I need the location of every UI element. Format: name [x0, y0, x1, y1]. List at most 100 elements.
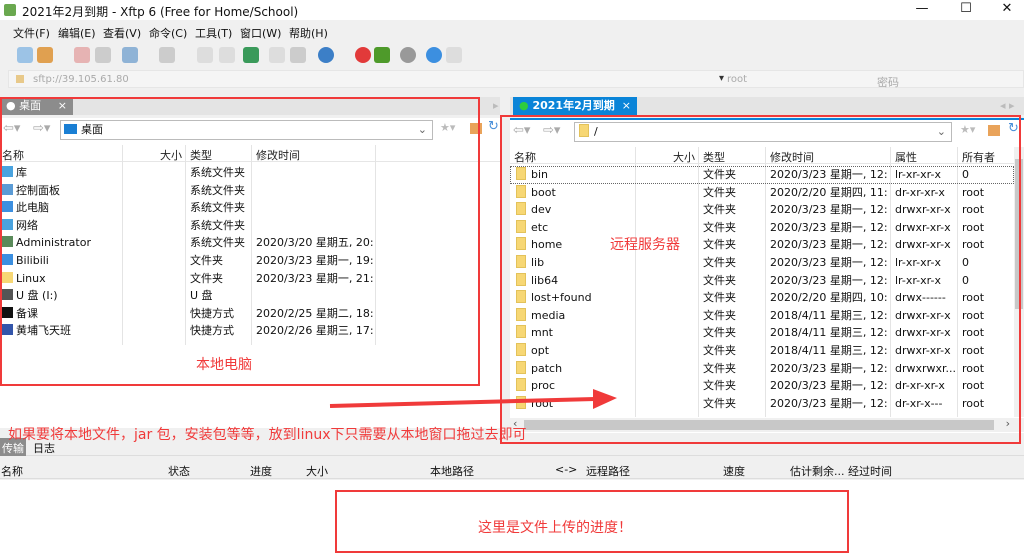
chevron-down-icon[interactable]: ⌄ [418, 121, 427, 139]
remote-file-row[interactable]: mnt 文件夹 2018/4/11 星期三, 12:... drwxr-xr-x… [510, 324, 1014, 342]
file-owner: root [962, 203, 985, 217]
back-icon[interactable]: ⇦▾ [3, 121, 20, 136]
tab-scroll-right-icon[interactable]: ▸ [493, 99, 499, 112]
col-size[interactable]: 大小 [160, 147, 182, 163]
username-input[interactable]: root [727, 74, 747, 85]
col-progress[interactable]: 进度 [250, 463, 272, 479]
col-mtime[interactable]: 修改时间 [770, 149, 814, 165]
new-tab-icon[interactable] [122, 47, 138, 63]
local-path-input[interactable]: 桌面 ⌄ [60, 120, 433, 140]
local-file-row[interactable]: U 盘 (I:) U 盘 [0, 287, 500, 305]
bookmark-icon[interactable]: ★▾ [440, 121, 455, 134]
disconnect-icon[interactable] [74, 47, 90, 63]
remote-file-row[interactable]: bin 文件夹 2020/3/23 星期一, 12:... lr-xr-xr-x… [510, 166, 1014, 184]
minimize-button[interactable]: — [900, 0, 944, 20]
parent-folder-icon[interactable] [470, 123, 482, 134]
forward-icon[interactable]: ⇨▾ [33, 121, 50, 136]
remote-file-row[interactable]: patch 文件夹 2020/3/23 星期一, 12:... drwxrwxr… [510, 360, 1014, 378]
local-file-row[interactable]: Administrator 系统文件夹 2020/3/20 星期五, 20:..… [0, 234, 500, 252]
menu-help[interactable]: 帮助(H) [289, 25, 328, 41]
chevron-down-icon[interactable]: ⌄ [937, 123, 946, 141]
col-owner[interactable]: 所有者 [962, 149, 995, 165]
local-file-row[interactable]: 此电脑 系统文件夹 [0, 199, 500, 217]
local-file-row[interactable]: 控制面板 系统文件夹 [0, 182, 500, 200]
col-size[interactable]: 大小 [673, 149, 695, 165]
menu-file[interactable]: 文件(F) [13, 25, 50, 41]
col-speed[interactable]: 速度 [723, 463, 745, 479]
remote-file-row[interactable]: media 文件夹 2018/4/11 星期三, 12:... drwxr-xr… [510, 307, 1014, 325]
col-status[interactable]: 状态 [168, 463, 190, 479]
menu-view[interactable]: 查看(V) [103, 25, 141, 41]
col-type[interactable]: 类型 [703, 149, 725, 165]
open-folder-icon[interactable] [37, 47, 53, 63]
settings-icon[interactable] [400, 47, 416, 63]
vertical-scrollbar[interactable] [1014, 147, 1024, 417]
col-elapsed[interactable]: 经过时间 [848, 463, 892, 479]
xshell-icon[interactable] [355, 47, 371, 63]
refresh-icon[interactable]: ↻ [488, 119, 499, 134]
remote-file-row[interactable]: etc 文件夹 2020/3/23 星期一, 12:... drwxr-xr-x… [510, 219, 1014, 237]
col-type[interactable]: 类型 [190, 147, 212, 163]
host-dropdown-icon[interactable]: ▾ [719, 73, 724, 84]
terminal-icon[interactable] [159, 47, 175, 63]
remote-file-row[interactable]: boot 文件夹 2020/2/20 星期四, 11:... dr-xr-xr-… [510, 184, 1014, 202]
tab-local-desktop[interactable]: ● 桌面 × [0, 97, 73, 115]
forward-icon[interactable]: ⇨▾ [543, 123, 560, 138]
new-session-icon[interactable] [17, 47, 33, 63]
back-icon[interactable]: ⇦▾ [513, 123, 530, 138]
col-remote-path[interactable]: 远程路径 [586, 463, 630, 479]
remote-file-row[interactable]: home 文件夹 2020/3/23 星期一, 12:... drwxr-xr-… [510, 236, 1014, 254]
tab-remote-session[interactable]: ● 2021年2月到期 × [513, 97, 637, 115]
close-button[interactable]: ✕ [985, 0, 1024, 20]
col-name[interactable]: 名称 [1, 463, 23, 479]
close-tab-icon[interactable]: × [622, 97, 631, 115]
col-mtime[interactable]: 修改时间 [256, 147, 300, 163]
local-file-row[interactable]: 网络 系统文件夹 [0, 217, 500, 235]
col-local-path[interactable]: 本地路径 [430, 463, 474, 479]
doc2-icon[interactable] [290, 47, 306, 63]
paste-icon[interactable] [219, 47, 235, 63]
title-bar: 2021年2月到期 - Xftp 6 (Free for Home/School… [0, 0, 1024, 20]
tab-scroll-icon[interactable]: ◂ ▸ [1000, 99, 1015, 112]
sync-icon[interactable] [243, 47, 259, 63]
xftp-icon[interactable] [374, 47, 390, 63]
password-input[interactable]: 密码 [877, 74, 899, 90]
local-file-row[interactable]: 备课 快捷方式 2020/2/25 星期二, 18:... [0, 305, 500, 323]
col-eta[interactable]: 估计剩余... [790, 463, 845, 479]
host-input[interactable]: sftp://39.105.61.80 [33, 74, 129, 85]
remote-file-row[interactable]: lib64 文件夹 2020/3/23 星期一, 12:... lr-xr-xr… [510, 272, 1014, 290]
remote-file-row[interactable]: dev 文件夹 2020/3/23 星期一, 12:... drwxr-xr-x… [510, 201, 1014, 219]
menu-window[interactable]: 窗口(W) [240, 25, 281, 41]
bookmark-icon[interactable]: ★▾ [960, 123, 975, 136]
menu-command[interactable]: 命令(C) [149, 25, 187, 41]
local-file-row[interactable]: Linux 文件夹 2020/3/23 星期一, 21:... [0, 270, 500, 288]
remote-file-row[interactable]: lost+found 文件夹 2020/2/20 星期四, 10:... drw… [510, 289, 1014, 307]
maximize-button[interactable]: ☐ [944, 0, 988, 20]
parent-folder-icon[interactable] [988, 125, 1000, 136]
local-file-row[interactable]: 黄埔飞天班 快捷方式 2020/2/26 星期三, 17:... [0, 322, 500, 340]
doc-icon[interactable] [269, 47, 285, 63]
file-name: bin [531, 168, 549, 181]
col-attr[interactable]: 属性 [895, 149, 917, 165]
reconnect-icon[interactable] [95, 47, 111, 63]
globe-icon[interactable] [318, 47, 334, 63]
remote-file-row[interactable]: lib 文件夹 2020/3/23 星期一, 12:... lr-xr-xr-x… [510, 254, 1014, 272]
local-file-row[interactable]: 库 系统文件夹 [0, 164, 500, 182]
remote-file-row[interactable]: opt 文件夹 2018/4/11 星期三, 12:... drwxr-xr-x… [510, 342, 1014, 360]
help-icon[interactable] [426, 47, 442, 63]
local-file-row[interactable]: Bilibili 文件夹 2020/3/23 星期一, 19:... [0, 252, 500, 270]
horizontal-scrollbar[interactable]: › ‹ [510, 417, 1024, 432]
file-mtime: 2020/2/20 星期四, 10:... [770, 291, 888, 305]
menu-tools[interactable]: 工具(T) [195, 25, 232, 41]
col-size[interactable]: 大小 [306, 463, 328, 479]
chat-icon[interactable] [446, 47, 462, 63]
file-name: media [531, 308, 566, 322]
refresh-icon[interactable]: ↻ [1008, 121, 1019, 136]
col-direction[interactable]: <-> [555, 463, 577, 476]
copy-icon[interactable] [197, 47, 213, 63]
close-tab-icon[interactable]: × [58, 97, 67, 115]
col-name[interactable]: 名称 [2, 147, 24, 163]
menu-edit[interactable]: 编辑(E) [58, 25, 96, 41]
col-name[interactable]: 名称 [514, 149, 536, 165]
remote-path-input[interactable]: / ⌄ [574, 122, 952, 142]
